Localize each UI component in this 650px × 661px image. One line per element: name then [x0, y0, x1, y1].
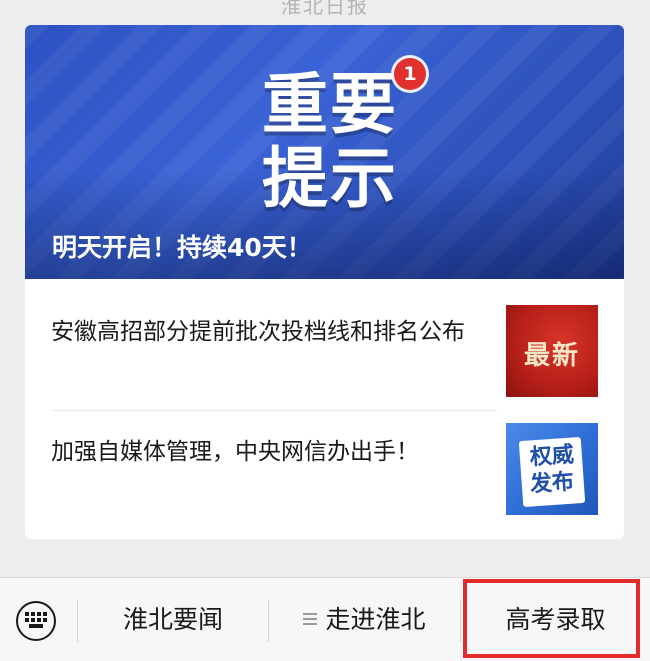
- menu-explore-huaibei[interactable]: 走进淮北: [269, 578, 460, 661]
- hero-banner[interactable]: 重要 提示 1 明天开启！持续40天！: [25, 25, 624, 279]
- thumbnail-label-line2: 发布: [529, 469, 575, 498]
- official-release-thumbnail[interactable]: 权威 发布: [506, 423, 598, 515]
- thumbnail-label: 最新: [523, 341, 580, 371]
- menu-huaibei-news[interactable]: 淮北要闻: [78, 578, 268, 661]
- menu-lines-icon: [303, 612, 318, 626]
- article-card: 重要 提示 1 明天开启！持续40天！ 安徽高招部分提前批次投档线和排名公布 最…: [25, 25, 624, 539]
- article-page: 淮北日报 重要 提示 1 明天开启！持续40天！ 安徽高招部分提前批次投档线和排…: [0, 0, 650, 661]
- keyboard-icon-glyph: [25, 612, 47, 628]
- top-strip: 淮北日报: [0, 0, 650, 24]
- thumbnail-label-line1: 权威: [529, 442, 575, 471]
- hero-caption[interactable]: 明天开启！持续40天！: [52, 228, 312, 264]
- menu-label: 高考录取: [505, 605, 606, 634]
- news-title[interactable]: 安徽高招部分提前批次投档线和排名公布: [51, 316, 491, 348]
- latest-news-thumbnail[interactable]: 最新: [506, 305, 598, 397]
- hero-headline-line1: 重要: [262, 66, 398, 143]
- top-strip-text: 淮北日报: [281, 0, 369, 18]
- hero-badge: 1: [394, 58, 426, 90]
- keyboard-icon[interactable]: [16, 601, 56, 641]
- news-item[interactable]: 安徽高招部分提前批次投档线和排名公布 最新: [25, 279, 624, 411]
- menu-label: 走进淮北: [325, 605, 426, 634]
- menu-gaokao-admission[interactable]: 高考录取: [461, 578, 650, 661]
- menu-label: 淮北要闻: [122, 605, 223, 634]
- news-title[interactable]: 加强自媒体管理，中央网信办出手！: [51, 436, 491, 468]
- hero-headline-line2: 提示: [262, 140, 398, 217]
- news-item[interactable]: 加强自媒体管理，中央网信办出手！ 权威 发布: [25, 411, 624, 539]
- bottom-menu-bar: 淮北要闻 走进淮北 高考录取: [0, 577, 650, 661]
